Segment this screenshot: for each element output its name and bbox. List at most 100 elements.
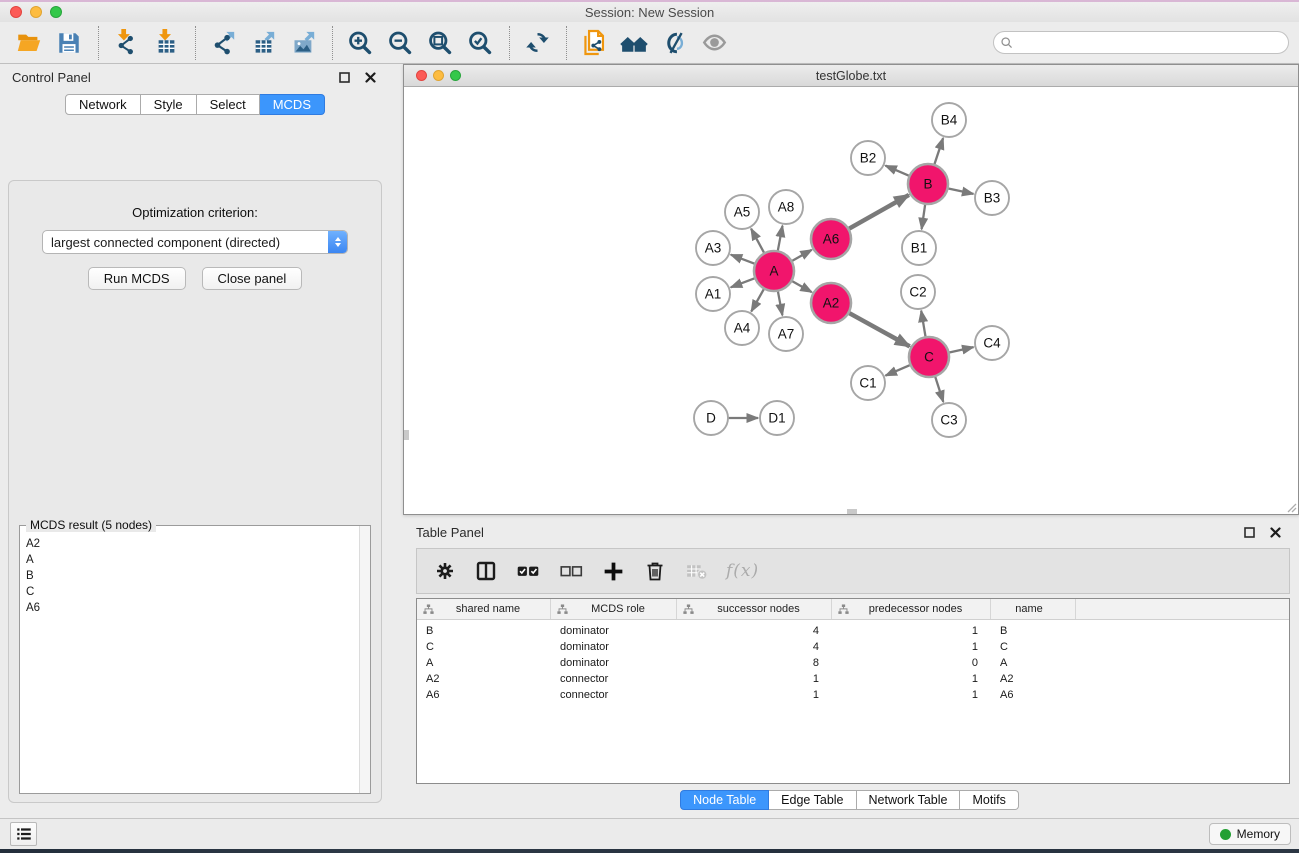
run-mcds-button[interactable]: Run MCDS: [88, 267, 186, 290]
table-cell[interactable]: A2: [417, 673, 551, 685]
close-panel-button[interactable]: Close panel: [202, 267, 303, 290]
export-table-icon[interactable]: [246, 26, 280, 60]
graph-edge-A-A1[interactable]: [731, 278, 756, 288]
table-cell[interactable]: 4: [677, 641, 832, 653]
zoom-selected-icon[interactable]: [463, 26, 497, 60]
table-cell[interactable]: 1: [832, 641, 991, 653]
graph-edge-A-A8[interactable]: [778, 226, 783, 253]
graph-node-D1[interactable]: D1: [760, 401, 794, 435]
zoom-fit-icon[interactable]: [423, 26, 457, 60]
search-box[interactable]: [993, 31, 1289, 54]
task-history-button[interactable]: [10, 822, 37, 846]
graph-node-A[interactable]: A: [754, 251, 794, 291]
table-cell[interactable]: connector: [551, 673, 677, 685]
graph-node-A8[interactable]: A8: [769, 190, 803, 224]
table-cell[interactable]: dominator: [551, 625, 677, 637]
graph-node-B2[interactable]: B2: [851, 141, 885, 175]
result-item[interactable]: B: [26, 568, 358, 584]
graph-node-B4[interactable]: B4: [932, 103, 966, 137]
column-header-predecessor-nodes[interactable]: predecessor nodes: [832, 599, 991, 619]
float-panel-icon[interactable]: [336, 69, 352, 85]
table-cell[interactable]: C: [417, 641, 551, 653]
close-table-panel-icon[interactable]: [1267, 524, 1283, 540]
graph-edge-C-C2[interactable]: [921, 311, 926, 339]
table-cell[interactable]: A: [991, 657, 1076, 669]
hide-panel-icon[interactable]: [657, 26, 691, 60]
float-table-panel-icon[interactable]: [1241, 524, 1257, 540]
table-row[interactable]: A2connector11A2: [417, 671, 1289, 687]
search-input[interactable]: [1014, 34, 1288, 52]
column-header-mcds-role[interactable]: MCDS role: [551, 599, 677, 619]
table-cell[interactable]: 1: [832, 673, 991, 685]
tab-select[interactable]: Select: [197, 94, 260, 115]
graph-node-A2[interactable]: A2: [811, 283, 851, 323]
table-row[interactable]: Bdominator41B: [417, 623, 1289, 639]
tab-node-table[interactable]: Node Table: [680, 790, 769, 810]
result-item[interactable]: C: [26, 584, 358, 600]
graph-node-D[interactable]: D: [694, 401, 728, 435]
table-cell[interactable]: 4: [677, 625, 832, 637]
memory-button[interactable]: Memory: [1209, 823, 1291, 845]
table-cell[interactable]: dominator: [551, 657, 677, 669]
graph-edge-A-A5[interactable]: [751, 229, 765, 255]
graph-edge-A-A3[interactable]: [731, 255, 756, 265]
table-cell[interactable]: 1: [677, 689, 832, 701]
graph-node-C2[interactable]: C2: [901, 275, 935, 309]
table-cell[interactable]: 1: [832, 625, 991, 637]
result-item[interactable]: A2: [26, 536, 358, 552]
save-session-icon[interactable]: [52, 26, 86, 60]
select-all-icon[interactable]: [515, 556, 541, 586]
tab-network[interactable]: Network: [65, 94, 141, 115]
table-cell[interactable]: A: [417, 657, 551, 669]
graph-node-A1[interactable]: A1: [696, 277, 730, 311]
tab-mcds[interactable]: MCDS: [260, 94, 325, 115]
open-session-icon[interactable]: [12, 26, 46, 60]
graph-node-B1[interactable]: B1: [902, 231, 936, 265]
show-panel-icon[interactable]: [697, 26, 731, 60]
tab-motifs[interactable]: Motifs: [960, 790, 1018, 810]
table-cell[interactable]: connector: [551, 689, 677, 701]
graph-edge-B-B3[interactable]: [947, 188, 974, 194]
add-icon[interactable]: [601, 556, 626, 586]
network-document-icon[interactable]: [577, 26, 611, 60]
table-cell[interactable]: A6: [417, 689, 551, 701]
graph-node-C1[interactable]: C1: [851, 366, 885, 400]
graph-edge-B-B4[interactable]: [934, 138, 943, 166]
graph-edge-A-A6[interactable]: [791, 250, 812, 262]
table-cell[interactable]: A6: [991, 689, 1076, 701]
result-item[interactable]: A: [26, 552, 358, 568]
zoom-out-icon[interactable]: [383, 26, 417, 60]
graph-node-B3[interactable]: B3: [975, 181, 1009, 215]
column-visibility-icon[interactable]: [474, 556, 498, 586]
graph-edge-A-A7[interactable]: [778, 290, 783, 316]
resize-grip[interactable]: [1285, 501, 1297, 513]
graph-node-B[interactable]: B: [908, 164, 948, 204]
graph-node-A7[interactable]: A7: [769, 317, 803, 351]
graph-node-A6[interactable]: A6: [811, 219, 851, 259]
export-image-icon[interactable]: [286, 26, 320, 60]
tab-network-table[interactable]: Network Table: [857, 790, 961, 810]
graph-node-A4[interactable]: A4: [725, 311, 759, 345]
network-canvas[interactable]: AA1A2A3A4A5A6A7A8BB1B2B3B4CC1C2C3C4DD1: [404, 87, 1298, 514]
export-network-icon[interactable]: [206, 26, 240, 60]
unselect-all-icon[interactable]: [558, 556, 584, 586]
column-header-shared-name[interactable]: shared name: [417, 599, 551, 619]
table-cell[interactable]: A2: [991, 673, 1076, 685]
column-header-successor-nodes[interactable]: successor nodes: [677, 599, 832, 619]
table-cell[interactable]: 1: [677, 673, 832, 685]
criterion-dropdown[interactable]: largest connected component (directed): [42, 230, 348, 254]
result-scrollbar[interactable]: [359, 526, 370, 793]
table-row[interactable]: A6connector11A6: [417, 687, 1289, 703]
graph-node-C4[interactable]: C4: [975, 326, 1009, 360]
graph-edge-C-C3[interactable]: [935, 375, 944, 402]
zoom-in-icon[interactable]: [343, 26, 377, 60]
graph-node-C3[interactable]: C3: [932, 403, 966, 437]
table-cell[interactable]: 0: [832, 657, 991, 669]
import-network-icon[interactable]: [109, 26, 143, 60]
import-table-icon[interactable]: [149, 26, 183, 60]
table-cell[interactable]: dominator: [551, 641, 677, 653]
table-cell[interactable]: B: [417, 625, 551, 637]
tab-edge-table[interactable]: Edge Table: [769, 790, 856, 810]
close-panel-icon[interactable]: [362, 69, 378, 85]
table-cell[interactable]: C: [991, 641, 1076, 653]
